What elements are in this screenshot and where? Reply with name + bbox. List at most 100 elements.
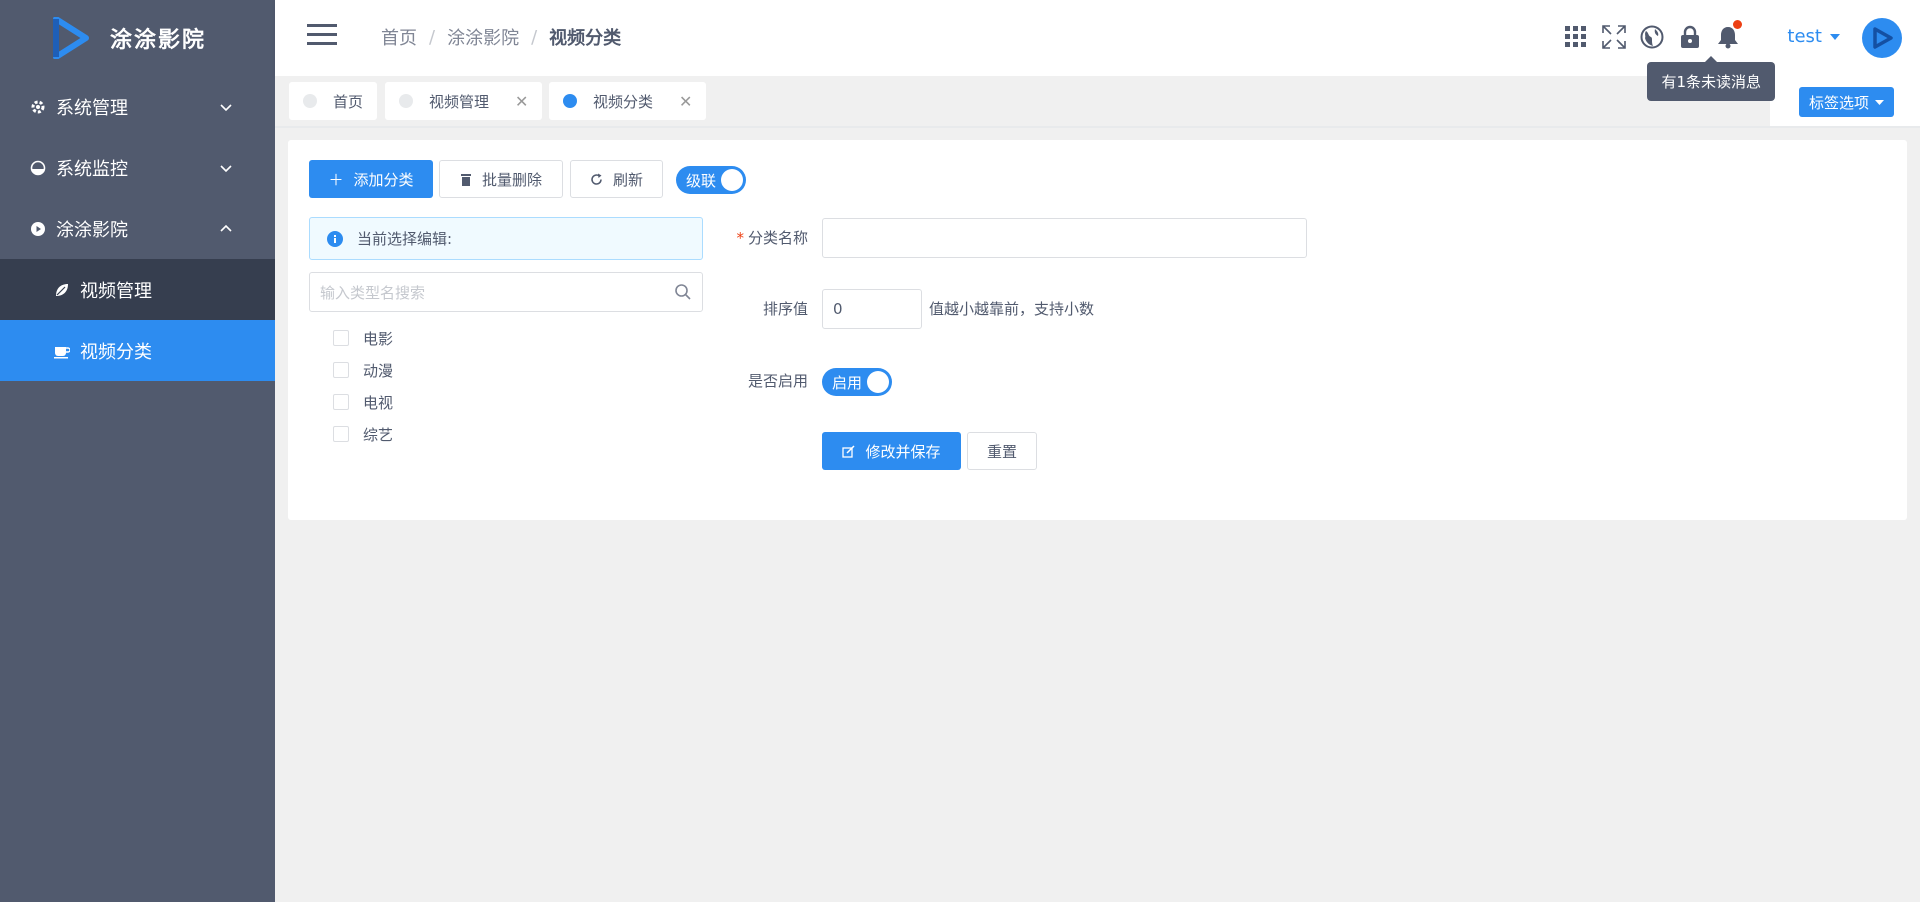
checkbox[interactable] <box>333 362 349 378</box>
chevron-down-icon <box>220 103 232 111</box>
sidebar-item-label: 系统管理 <box>56 97 128 119</box>
app-name: 涂涂影院 <box>110 28 207 53</box>
lock-icon[interactable] <box>1678 24 1702 50</box>
breadcrumb-cinema[interactable]: 涂涂影院 <box>447 24 519 50</box>
tags-options-button[interactable]: 标签选项 <box>1798 87 1894 117</box>
save-label: 修改并保存 <box>865 442 941 461</box>
header-icons <box>1564 20 1742 50</box>
reset-label: 重置 <box>986 442 1017 461</box>
enable-switch-label: 启用 <box>832 373 863 392</box>
name-field-label: * 分类名称 <box>688 227 808 248</box>
tree-item-anime[interactable]: 动漫 <box>333 354 393 386</box>
plus-icon: ＋ <box>328 170 344 189</box>
bell-icon[interactable] <box>1716 20 1742 50</box>
leaf-icon <box>54 282 70 298</box>
sidebar-item-video-manage[interactable]: 视频管理 <box>0 259 275 320</box>
content-card: ＋ 添加分类 批量删除 刷新 级联 当前选择编辑: 输入类型名搜索 电影 动漫 … <box>288 140 1907 520</box>
switch-knob <box>721 169 743 191</box>
notification-tooltip: 有1条未读消息 <box>1647 56 1775 101</box>
reset-button[interactable]: 重置 <box>967 432 1037 470</box>
avatar[interactable] <box>1862 18 1902 58</box>
close-icon[interactable]: ✕ <box>515 92 528 111</box>
sidebar-item-label: 系统监控 <box>56 158 128 180</box>
globe-icon[interactable] <box>1640 24 1664 50</box>
enable-switch[interactable]: 启用 <box>822 368 892 396</box>
caret-down-icon <box>1875 99 1884 105</box>
cascade-label: 级联 <box>686 171 717 190</box>
tag-dot <box>399 94 413 108</box>
sidebar-item-tutu-cinema[interactable]: 涂涂影院 <box>0 198 275 259</box>
checkbox[interactable] <box>333 394 349 410</box>
edit-icon <box>842 444 856 458</box>
enable-field-label: 是否启用 <box>747 372 808 390</box>
checkbox[interactable] <box>333 426 349 442</box>
tag-dot <box>303 94 317 108</box>
breadcrumb: 首页 / 涂涂影院 / 视频分类 <box>381 24 621 50</box>
refresh-button[interactable]: 刷新 <box>570 160 663 198</box>
refresh-icon <box>591 173 602 185</box>
save-button[interactable]: 修改并保存 <box>822 432 961 470</box>
sidebar-item-system-admin[interactable]: 系统管理 <box>0 76 275 137</box>
sidebar: 涂涂影院 系统管理 系统监控 涂涂影院 视频管理 视频分类 <box>0 0 275 902</box>
tag-label: 视频分类 <box>593 92 654 111</box>
logo[interactable]: 涂涂影院 <box>0 0 275 76</box>
tags-options-area: 标签选项 <box>1770 76 1920 126</box>
tree-item-variety[interactable]: 综艺 <box>333 418 393 450</box>
sort-field-label: 排序值 <box>762 300 808 318</box>
tag-video-category[interactable]: 视频分类 ✕ <box>549 82 707 120</box>
gauge-icon <box>30 160 46 176</box>
required-mark: * <box>736 229 744 247</box>
add-category-label: 添加分类 <box>353 170 414 189</box>
search-placeholder: 输入类型名搜索 <box>320 283 426 302</box>
username: test <box>1787 26 1822 47</box>
refresh-label: 刷新 <box>612 170 643 189</box>
sidebar-item-video-category[interactable]: 视频分类 <box>0 320 275 381</box>
checkbox[interactable] <box>333 330 349 346</box>
breadcrumb-home[interactable]: 首页 <box>381 24 417 50</box>
tree-item-tv[interactable]: 电视 <box>333 386 393 418</box>
tag-dot <box>563 94 577 108</box>
batch-delete-label: 批量删除 <box>481 170 542 189</box>
category-search-input[interactable]: 输入类型名搜索 <box>309 272 703 312</box>
sidebar-item-label: 涂涂影院 <box>56 219 128 241</box>
chevron-up-icon <box>220 224 232 232</box>
sort-value-input[interactable]: 0 <box>822 289 922 329</box>
play-circle-icon <box>30 221 46 237</box>
name-label-text: 分类名称 <box>747 229 808 247</box>
caret-down-icon <box>1830 33 1840 40</box>
tag-label: 首页 <box>333 92 364 111</box>
logo-icon <box>53 17 89 59</box>
trash-icon <box>460 173 471 186</box>
avatar-logo-icon <box>1873 27 1893 49</box>
sidebar-item-system-monitor[interactable]: 系统监控 <box>0 137 275 198</box>
category-name-input[interactable] <box>822 218 1307 258</box>
tree-item-movie[interactable]: 电影 <box>333 322 393 354</box>
tree-item-label[interactable]: 综艺 <box>363 424 393 445</box>
cascade-switch[interactable]: 级联 <box>676 166 746 194</box>
tag-home[interactable]: 首页 <box>289 82 378 120</box>
selection-alert: 当前选择编辑: <box>309 217 703 260</box>
menu-toggle-icon[interactable] <box>307 24 337 46</box>
gear-icon <box>30 99 46 115</box>
add-category-button[interactable]: ＋ 添加分类 <box>309 160 433 198</box>
fullscreen-icon[interactable] <box>1602 24 1626 50</box>
tags-options-label: 标签选项 <box>1808 93 1869 112</box>
tree-item-label[interactable]: 电影 <box>363 328 393 349</box>
breadcrumb-current: 视频分类 <box>549 28 622 49</box>
tag-label: 视频管理 <box>429 92 490 111</box>
submenu: 视频管理 视频分类 <box>0 259 275 381</box>
cup-icon <box>54 343 70 359</box>
category-tree: 电影 动漫 电视 综艺 <box>333 322 393 450</box>
selection-alert-text: 当前选择编辑: <box>357 230 453 248</box>
user-menu[interactable]: test <box>1787 26 1840 47</box>
chevron-down-icon <box>220 164 232 172</box>
sidebar-item-label: 视频分类 <box>80 341 152 363</box>
close-icon[interactable]: ✕ <box>679 92 692 111</box>
tree-item-label[interactable]: 电视 <box>363 392 393 413</box>
apps-grid-icon[interactable] <box>1564 24 1588 50</box>
switch-knob <box>867 371 889 393</box>
info-icon <box>327 230 343 247</box>
tag-video-manage[interactable]: 视频管理 ✕ <box>385 82 543 120</box>
tree-item-label[interactable]: 动漫 <box>363 360 393 381</box>
batch-delete-button[interactable]: 批量删除 <box>439 160 563 198</box>
